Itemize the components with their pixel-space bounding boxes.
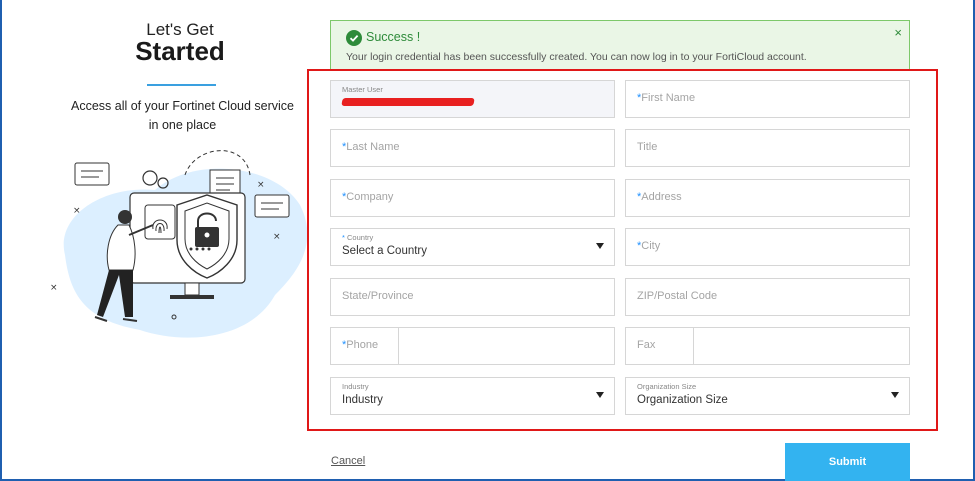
window-border-left — [0, 0, 2, 481]
cancel-link[interactable]: Cancel — [331, 455, 365, 467]
fingerprint-icon — [144, 204, 176, 240]
country-label: * Country — [342, 233, 374, 242]
zip-placeholder: ZIP/Postal Code — [637, 290, 718, 302]
zip-field[interactable]: ZIP/Postal Code — [625, 278, 910, 316]
fax-field[interactable]: Fax — [625, 327, 910, 365]
phone-field[interactable]: *Phone — [330, 327, 615, 365]
master-user-field[interactable]: Master User — [330, 80, 615, 118]
first-name-field[interactable]: *First Name — [625, 80, 910, 118]
gear-icon — [142, 170, 158, 186]
city-placeholder: *City — [637, 240, 661, 252]
organization-size-value: Organization Size — [637, 394, 728, 406]
success-banner: Success ! Your login credential has been… — [330, 20, 910, 70]
address-field[interactable]: *Address — [625, 179, 910, 217]
phone-placeholder: *Phone — [342, 339, 379, 351]
city-field[interactable]: *City — [625, 228, 910, 266]
industry-select[interactable]: Industry Industry — [330, 377, 615, 415]
first-name-placeholder: *First Name — [637, 92, 696, 104]
title-field[interactable]: Title — [625, 129, 910, 167]
heading-started: Started — [135, 36, 225, 66]
title-placeholder: Title — [637, 141, 658, 153]
chevron-down-icon[interactable] — [596, 392, 604, 398]
banner-message: Your login credential has been successfu… — [346, 51, 807, 63]
chat-bubble-icon — [74, 162, 110, 186]
company-field[interactable]: *Company — [330, 179, 615, 217]
chevron-down-icon[interactable] — [596, 243, 604, 249]
address-placeholder: *Address — [637, 191, 682, 203]
fax-divider — [693, 328, 694, 364]
master-user-label: Master User — [342, 85, 383, 94]
country-select[interactable]: * Country Select a Country — [330, 228, 615, 266]
chat-bubble-icon-2 — [254, 194, 290, 218]
state-field[interactable]: State/Province — [330, 278, 615, 316]
check-circle-icon — [346, 30, 362, 46]
redaction-mark — [341, 98, 475, 106]
state-placeholder: State/Province — [342, 290, 414, 302]
company-placeholder: *Company — [342, 191, 394, 203]
last-name-placeholder: *Last Name — [342, 141, 400, 153]
industry-label: Industry — [342, 382, 369, 391]
chevron-down-icon[interactable] — [891, 392, 899, 398]
svg-text:×: × — [273, 232, 281, 242]
security-illustration: × × × × — [50, 150, 308, 338]
last-name-field[interactable]: *Last Name — [330, 129, 615, 167]
fax-placeholder: Fax — [637, 339, 656, 351]
svg-text:×: × — [257, 180, 265, 190]
tagline: Access all of your Fortinet Cloud servic… — [70, 99, 294, 132]
heading-underline — [147, 84, 216, 86]
svg-text:×: × — [50, 283, 58, 293]
organization-size-select[interactable]: Organization Size Organization Size — [625, 377, 910, 415]
organization-size-label: Organization Size — [637, 382, 697, 391]
close-icon[interactable]: × — [894, 25, 902, 40]
submit-button[interactable]: Submit — [785, 443, 910, 481]
banner-title: Success ! — [366, 30, 421, 44]
svg-text:×: × — [73, 206, 81, 216]
phone-divider — [398, 328, 399, 364]
industry-value: Industry — [342, 394, 383, 406]
country-value: Select a Country — [342, 245, 428, 257]
